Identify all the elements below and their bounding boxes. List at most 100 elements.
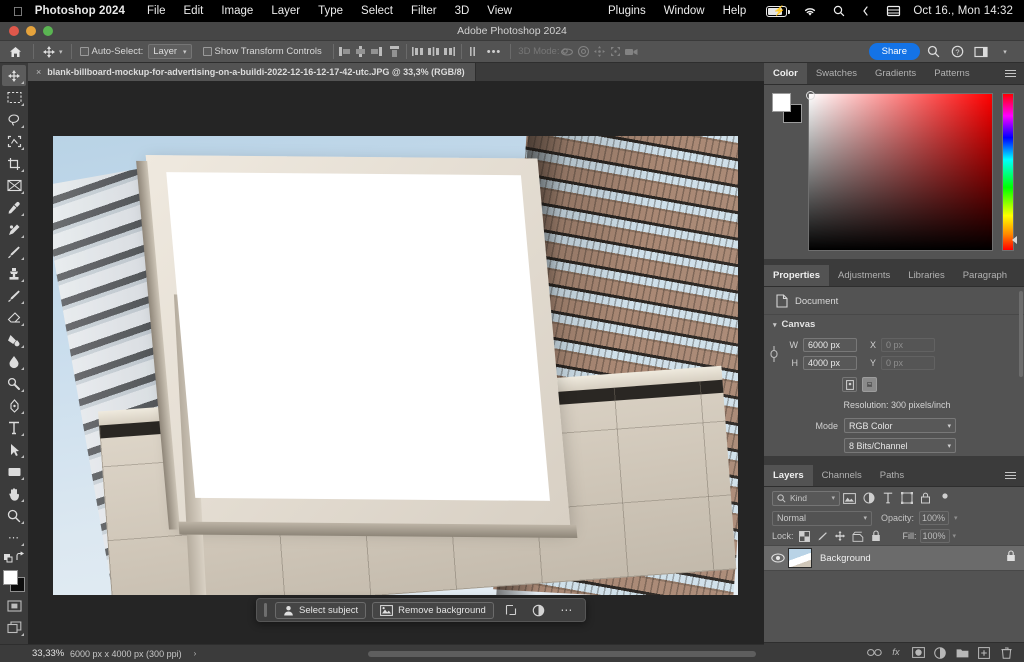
tab-gradients[interactable]: Gradients: [866, 63, 925, 84]
move-tool[interactable]: [2, 65, 26, 86]
document-canvas[interactable]: [53, 136, 738, 595]
drag-handle[interactable]: [264, 603, 267, 617]
blur-tool[interactable]: [2, 351, 26, 372]
type-filter-icon[interactable]: [878, 490, 897, 506]
checkbox-box[interactable]: [80, 47, 89, 56]
dodge-tool[interactable]: [2, 373, 26, 394]
edit-toolbar-button[interactable]: ⋯: [2, 527, 26, 548]
tab-patterns[interactable]: Patterns: [925, 63, 978, 84]
shape-filter-icon[interactable]: [897, 490, 916, 506]
select-subject-button[interactable]: Select subject: [275, 602, 366, 619]
menu-image[interactable]: Image: [212, 5, 262, 17]
lock-position-icon[interactable]: [833, 529, 848, 544]
display-icon[interactable]: [878, 5, 909, 17]
eraser-tool[interactable]: [2, 307, 26, 328]
share-button[interactable]: Share: [869, 43, 920, 60]
menu-view[interactable]: View: [478, 5, 521, 17]
lock-artboard-icon[interactable]: [851, 529, 866, 544]
menu-window[interactable]: Window: [655, 5, 714, 17]
hue-strip[interactable]: [1002, 93, 1014, 251]
apple-logo-icon[interactable]: : [0, 5, 35, 18]
canvas-section-header[interactable]: ▾ Canvas: [764, 314, 1024, 334]
menu-filter[interactable]: Filter: [402, 5, 446, 17]
saturation-value-ramp[interactable]: [808, 93, 993, 251]
auto-select-checkbox[interactable]: Auto-Select:: [75, 46, 149, 57]
layer-mask-icon[interactable]: [908, 644, 928, 662]
layer-locked-icon[interactable]: [1006, 549, 1016, 567]
menu-bar-clock[interactable]: Oct 16., Mon 14:32: [909, 5, 1013, 17]
wifi-icon[interactable]: [795, 6, 825, 17]
landscape-orientation-button[interactable]: [862, 377, 877, 392]
chevron-down-icon[interactable]: ▾: [953, 532, 957, 540]
transform-icon[interactable]: [500, 602, 522, 619]
default-colors-swap-row[interactable]: [2, 549, 26, 565]
object-selection-tool[interactable]: [2, 131, 26, 152]
menu-edit[interactable]: Edit: [175, 5, 213, 17]
lock-transparency-icon[interactable]: [797, 529, 812, 544]
tab-adjustments[interactable]: Adjustments: [829, 265, 899, 286]
canvas-height-input[interactable]: 4000 px: [803, 356, 857, 370]
new-group-icon[interactable]: [952, 644, 972, 662]
canvas-x-input[interactable]: 0 px: [881, 338, 935, 352]
rectangle-tool[interactable]: [2, 461, 26, 482]
path-selection-tool[interactable]: [2, 439, 26, 460]
layer-name[interactable]: Background: [820, 553, 871, 564]
chevron-down-icon[interactable]: ▾: [59, 48, 63, 56]
lock-all-icon[interactable]: [869, 529, 884, 544]
chevron-down-icon[interactable]: ▾: [954, 514, 958, 522]
opacity-input[interactable]: 100%: [919, 511, 949, 525]
contextual-task-bar[interactable]: Select subject Remove background ⋯: [256, 598, 586, 622]
gradient-tool[interactable]: [2, 329, 26, 350]
layer-style-fx-icon[interactable]: fx: [886, 644, 906, 662]
menu-type[interactable]: Type: [309, 5, 352, 17]
portrait-orientation-button[interactable]: [842, 377, 857, 392]
pen-tool[interactable]: [2, 395, 26, 416]
tab-channels[interactable]: Channels: [813, 465, 871, 486]
blend-mode-dropdown[interactable]: Normal ▾: [772, 511, 872, 526]
color-picker-body[interactable]: [764, 85, 1024, 259]
panel-menu-icon[interactable]: [997, 465, 1024, 486]
crop-tool[interactable]: [2, 153, 26, 174]
pixel-filter-icon[interactable]: [840, 490, 859, 506]
horizontal-scrollbar[interactable]: [368, 651, 756, 657]
align-left-edges-icon[interactable]: [337, 44, 353, 60]
menu-app-name[interactable]: Photoshop 2024: [35, 5, 138, 17]
menu-plugins[interactable]: Plugins: [599, 5, 655, 17]
history-brush-tool[interactable]: [2, 285, 26, 306]
new-layer-icon[interactable]: [974, 644, 994, 662]
adjustment-layer-icon[interactable]: [930, 644, 950, 662]
clone-stamp-tool[interactable]: [2, 263, 26, 284]
distribute-center-icon[interactable]: [426, 44, 442, 60]
close-icon[interactable]: ×: [36, 67, 41, 77]
distribute-spacing-icon[interactable]: [465, 44, 481, 60]
workspace-icon[interactable]: [970, 43, 992, 61]
tab-color[interactable]: Color: [764, 63, 807, 84]
fill-input[interactable]: 100%: [920, 529, 950, 543]
tab-paragraph[interactable]: Paragraph: [954, 265, 1016, 286]
delete-layer-icon[interactable]: [996, 644, 1016, 662]
panel-menu-icon[interactable]: [1016, 265, 1024, 286]
link-dimensions-icon[interactable]: [764, 344, 784, 364]
canvas-area[interactable]: Select subject Remove background ⋯: [28, 81, 764, 644]
search-icon[interactable]: [825, 5, 853, 17]
menu-3d[interactable]: 3D: [446, 5, 479, 17]
more-align-options-button[interactable]: •••: [481, 46, 508, 58]
adjustment-filter-icon[interactable]: [859, 490, 878, 506]
color-picker-marker[interactable]: [806, 91, 815, 100]
home-icon[interactable]: [0, 46, 30, 58]
panel-menu-icon[interactable]: [997, 63, 1024, 84]
tab-paths[interactable]: Paths: [871, 465, 913, 486]
menu-file[interactable]: File: [138, 5, 175, 17]
quick-mask-mode-button[interactable]: [2, 595, 26, 616]
menu-select[interactable]: Select: [352, 5, 402, 17]
hand-tool[interactable]: [2, 483, 26, 504]
active-tool-selector[interactable]: ▾: [37, 45, 68, 59]
eyedropper-tool[interactable]: [2, 197, 26, 218]
lasso-tool[interactable]: [2, 109, 26, 130]
search-icon[interactable]: [922, 43, 944, 61]
screen-mode-button[interactable]: [2, 617, 26, 638]
control-center-icon[interactable]: [853, 5, 878, 17]
remove-background-button[interactable]: Remove background: [372, 602, 494, 619]
foreground-color-swatch[interactable]: [772, 93, 791, 112]
adjustment-icon[interactable]: [528, 602, 550, 619]
